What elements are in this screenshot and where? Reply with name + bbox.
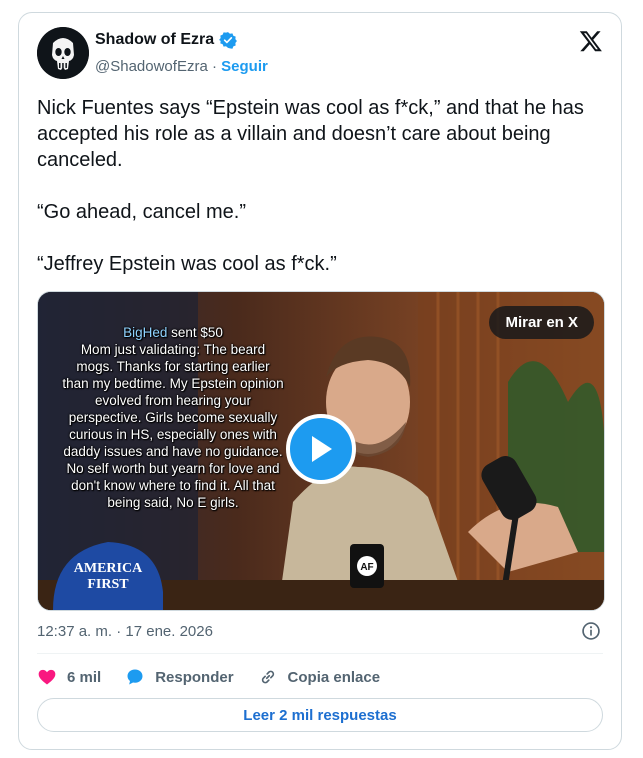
heart-icon [38,669,56,685]
post-timestamp[interactable]: 12:37 a. m. · 17 ene. 2026 [37,623,213,640]
donation-overlay: BigHed sent $50 Mom just validating: The… [62,324,284,511]
video-player[interactable]: AF AMERICA FIRST BigHed sent $50 Mom jus… [37,291,605,611]
donation-amount: sent $50 [167,325,223,340]
donation-message: Mom just validating: The beard mogs. Tha… [62,342,284,510]
reply-label: Responder [155,668,234,686]
tweet-text: Nick Fuentes says “Epstein was cool as f… [37,95,607,303]
read-replies-button[interactable]: Leer 2 mil respuestas [37,698,603,732]
donor-name: BigHed [123,325,168,340]
copy-link-button[interactable]: Copia enlace [258,667,381,687]
hat-text-line-1: AMERICA [74,561,143,576]
watch-on-x-button[interactable]: Mirar en X [489,306,594,339]
follow-button[interactable]: Seguir [221,58,268,75]
divider [37,653,603,654]
like-button[interactable]: 6 mil [37,667,101,687]
punisher-avatar-icon [37,27,89,79]
copy-link-label: Copia enlace [287,668,381,686]
info-icon[interactable] [581,621,601,641]
author-handle[interactable]: @ShadowofEzra [95,58,208,75]
handle-separator: · [211,58,217,75]
action-bar: 6 mil Responder Copia enlace [37,667,404,687]
x-logo-icon[interactable] [579,29,603,53]
verified-badge-icon [219,32,238,49]
tweet-paragraph: “Jeffrey Epstein was cool as f*ck.” [37,253,337,275]
play-icon [312,436,332,462]
tweet-paragraph: Nick Fuentes says “Epstein was cool as f… [37,97,584,171]
author-handle-row: @ShadowofEzra · Seguir [95,58,268,75]
hat-text-line-2: FIRST [87,577,129,592]
tweet-paragraph: “Go ahead, cancel me.” [37,201,246,223]
author-name-row[interactable]: Shadow of Ezra [95,31,238,49]
author-avatar[interactable] [37,27,89,79]
mug-text: AF [360,562,373,573]
author-name[interactable]: Shadow of Ezra [95,31,214,49]
reply-button[interactable]: Responder [125,667,234,687]
link-icon [261,670,274,684]
tweet-embed-card: Shadow of Ezra @ShadowofEzra · Seguir Ni… [18,12,622,750]
play-button[interactable] [286,414,356,484]
reply-bubble-icon [127,669,143,685]
like-count: 6 mil [67,668,102,686]
donation-header: BigHed sent $50 [62,324,284,341]
